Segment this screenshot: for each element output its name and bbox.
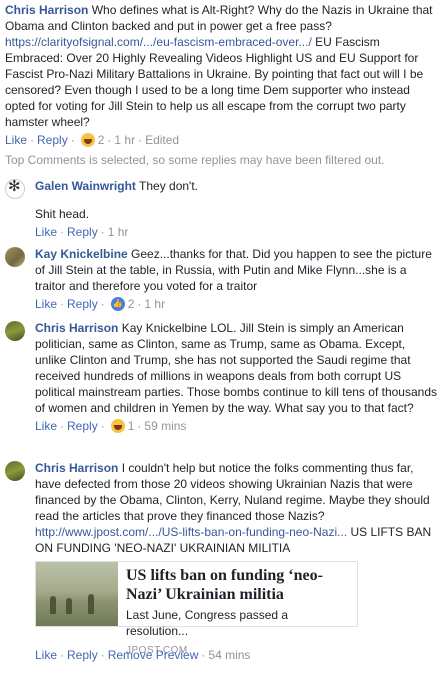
link-preview-card[interactable]: US lifts ban on funding ‘neo-Nazi’ Ukrai… bbox=[35, 561, 358, 656]
reaction-count: 1 bbox=[127, 419, 135, 433]
comment-timestamp[interactable]: 54 mins bbox=[208, 647, 250, 663]
reply-button[interactable]: Reply bbox=[67, 296, 98, 312]
reaction-count: 2 bbox=[97, 133, 105, 147]
like-button[interactable]: Like bbox=[5, 132, 27, 148]
comment-actions: Like · Reply · Remove Preview · 54 mins bbox=[35, 647, 251, 663]
like-reaction-icon: 👍 bbox=[110, 297, 125, 311]
avatar[interactable] bbox=[5, 179, 25, 199]
reaction-count: 2 bbox=[127, 297, 135, 311]
like-button[interactable]: Like bbox=[35, 224, 57, 240]
comment-text-line2: Shit head. bbox=[35, 207, 90, 221]
reply-comment: Chris Harrison I couldn't help but notic… bbox=[5, 460, 439, 663]
comment-link[interactable]: http://www.jpost.com/.../US-lifts-ban-on… bbox=[35, 525, 347, 539]
avatar[interactable] bbox=[5, 461, 25, 481]
preview-description: Last June, Congress passed a resolution.… bbox=[126, 608, 289, 638]
reaction-summary[interactable]: 2 bbox=[80, 132, 105, 148]
comment-text: They don't. bbox=[135, 179, 199, 193]
comment-text-part2: EU Fascism Embraced: Over 20 Highly Reve… bbox=[5, 35, 424, 129]
comment-actions: Like · Reply · 1 hr bbox=[35, 224, 129, 240]
haha-reaction-icon bbox=[80, 133, 95, 147]
like-button[interactable]: Like bbox=[35, 647, 57, 663]
preview-image[interactable] bbox=[36, 562, 118, 626]
avatar[interactable] bbox=[5, 247, 25, 267]
reply-button[interactable]: Reply bbox=[67, 647, 98, 663]
comment-timestamp[interactable]: 1 hr bbox=[108, 224, 129, 240]
like-button[interactable]: Like bbox=[35, 296, 57, 312]
comment-text: Chris Harrison Who defines what is Alt-R… bbox=[5, 2, 439, 130]
preview-info[interactable]: US lifts ban on funding ‘neo-Nazi’ Ukrai… bbox=[118, 562, 357, 656]
like-button[interactable]: Like bbox=[35, 418, 57, 434]
remove-preview-button[interactable]: Remove Preview bbox=[108, 647, 199, 663]
comment-text: Kay Knickelbine LOL. Jill Stein is simpl… bbox=[35, 321, 437, 415]
comment-timestamp[interactable]: 1 hr bbox=[114, 132, 135, 148]
comment-actions: Like · Reply · 👍 2 · 1 hr bbox=[35, 296, 166, 312]
comment-timestamp[interactable]: 1 hr bbox=[144, 296, 165, 312]
comment-author[interactable]: Galen Wainwright bbox=[35, 179, 136, 193]
avatar[interactable] bbox=[5, 321, 25, 341]
comment-link[interactable]: https://clarityofsignal.com/.../eu-fasci… bbox=[5, 35, 312, 49]
comment-thread: Chris Harrison Who defines what is Alt-R… bbox=[0, 0, 444, 675]
preview-title[interactable]: US lifts ban on funding ‘neo-Nazi’ Ukrai… bbox=[126, 566, 349, 604]
reply-comment: Kay Knickelbine Geez...thanks for that. … bbox=[5, 246, 439, 312]
edited-label[interactable]: Edited bbox=[145, 132, 179, 148]
reply-button[interactable]: Reply bbox=[37, 132, 68, 148]
reply-comment: Chris Harrison Kay Knickelbine LOL. Jill… bbox=[5, 320, 439, 434]
reply-button[interactable]: Reply bbox=[67, 224, 98, 240]
reaction-summary[interactable]: 1 bbox=[110, 418, 135, 434]
haha-reaction-icon bbox=[110, 419, 125, 433]
comment-author[interactable]: Chris Harrison bbox=[35, 321, 118, 335]
filter-notice: Top Comments is selected, so some replie… bbox=[5, 153, 385, 167]
reply-button[interactable]: Reply bbox=[67, 418, 98, 434]
comment-author[interactable]: Chris Harrison bbox=[5, 3, 88, 17]
top-level-comment: Chris Harrison Who defines what is Alt-R… bbox=[5, 2, 439, 148]
comment-actions: Like · Reply · 2 · 1 hr · Edited bbox=[5, 132, 180, 148]
reply-comment: Galen Wainwright They don't. Shit head. … bbox=[5, 178, 439, 240]
comment-actions: Like · Reply · 1 · 59 mins bbox=[35, 418, 187, 434]
reaction-summary[interactable]: 👍 2 bbox=[110, 296, 135, 312]
comment-timestamp[interactable]: 59 mins bbox=[144, 418, 186, 434]
comment-author[interactable]: Kay Knickelbine bbox=[35, 247, 128, 261]
comment-author[interactable]: Chris Harrison bbox=[35, 461, 118, 475]
